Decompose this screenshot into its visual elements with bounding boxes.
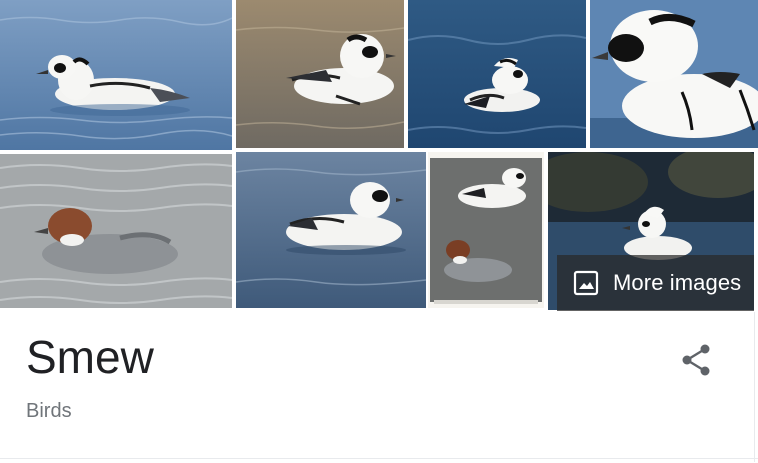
image-tile-2[interactable] [236, 0, 404, 148]
share-icon [682, 344, 710, 376]
image-tile-1[interactable] [0, 0, 232, 150]
image-tile-4[interactable] [590, 0, 758, 148]
card-border [754, 312, 755, 462]
image-tile-6[interactable] [236, 152, 426, 308]
image-icon [573, 270, 599, 296]
smew-photo [236, 0, 404, 148]
smew-photo [0, 154, 232, 308]
panel-title: Smew [26, 331, 154, 383]
panel-subtitle: Birds [26, 400, 72, 422]
image-tile-3[interactable] [408, 0, 586, 148]
smew-photo [590, 0, 758, 148]
more-images-button[interactable]: More images [557, 255, 754, 311]
share-button[interactable] [676, 340, 716, 380]
knowledge-panel: More images Smew Birds [0, 0, 758, 463]
image-tile-7[interactable] [428, 152, 544, 308]
smew-illustration [428, 152, 544, 308]
smew-photo [0, 0, 232, 150]
image-grid: More images [0, 0, 758, 312]
smew-photo [236, 152, 426, 308]
divider [0, 458, 758, 459]
more-images-label: More images [613, 270, 742, 295]
smew-photo [408, 0, 586, 148]
image-tile-5[interactable] [0, 154, 232, 308]
